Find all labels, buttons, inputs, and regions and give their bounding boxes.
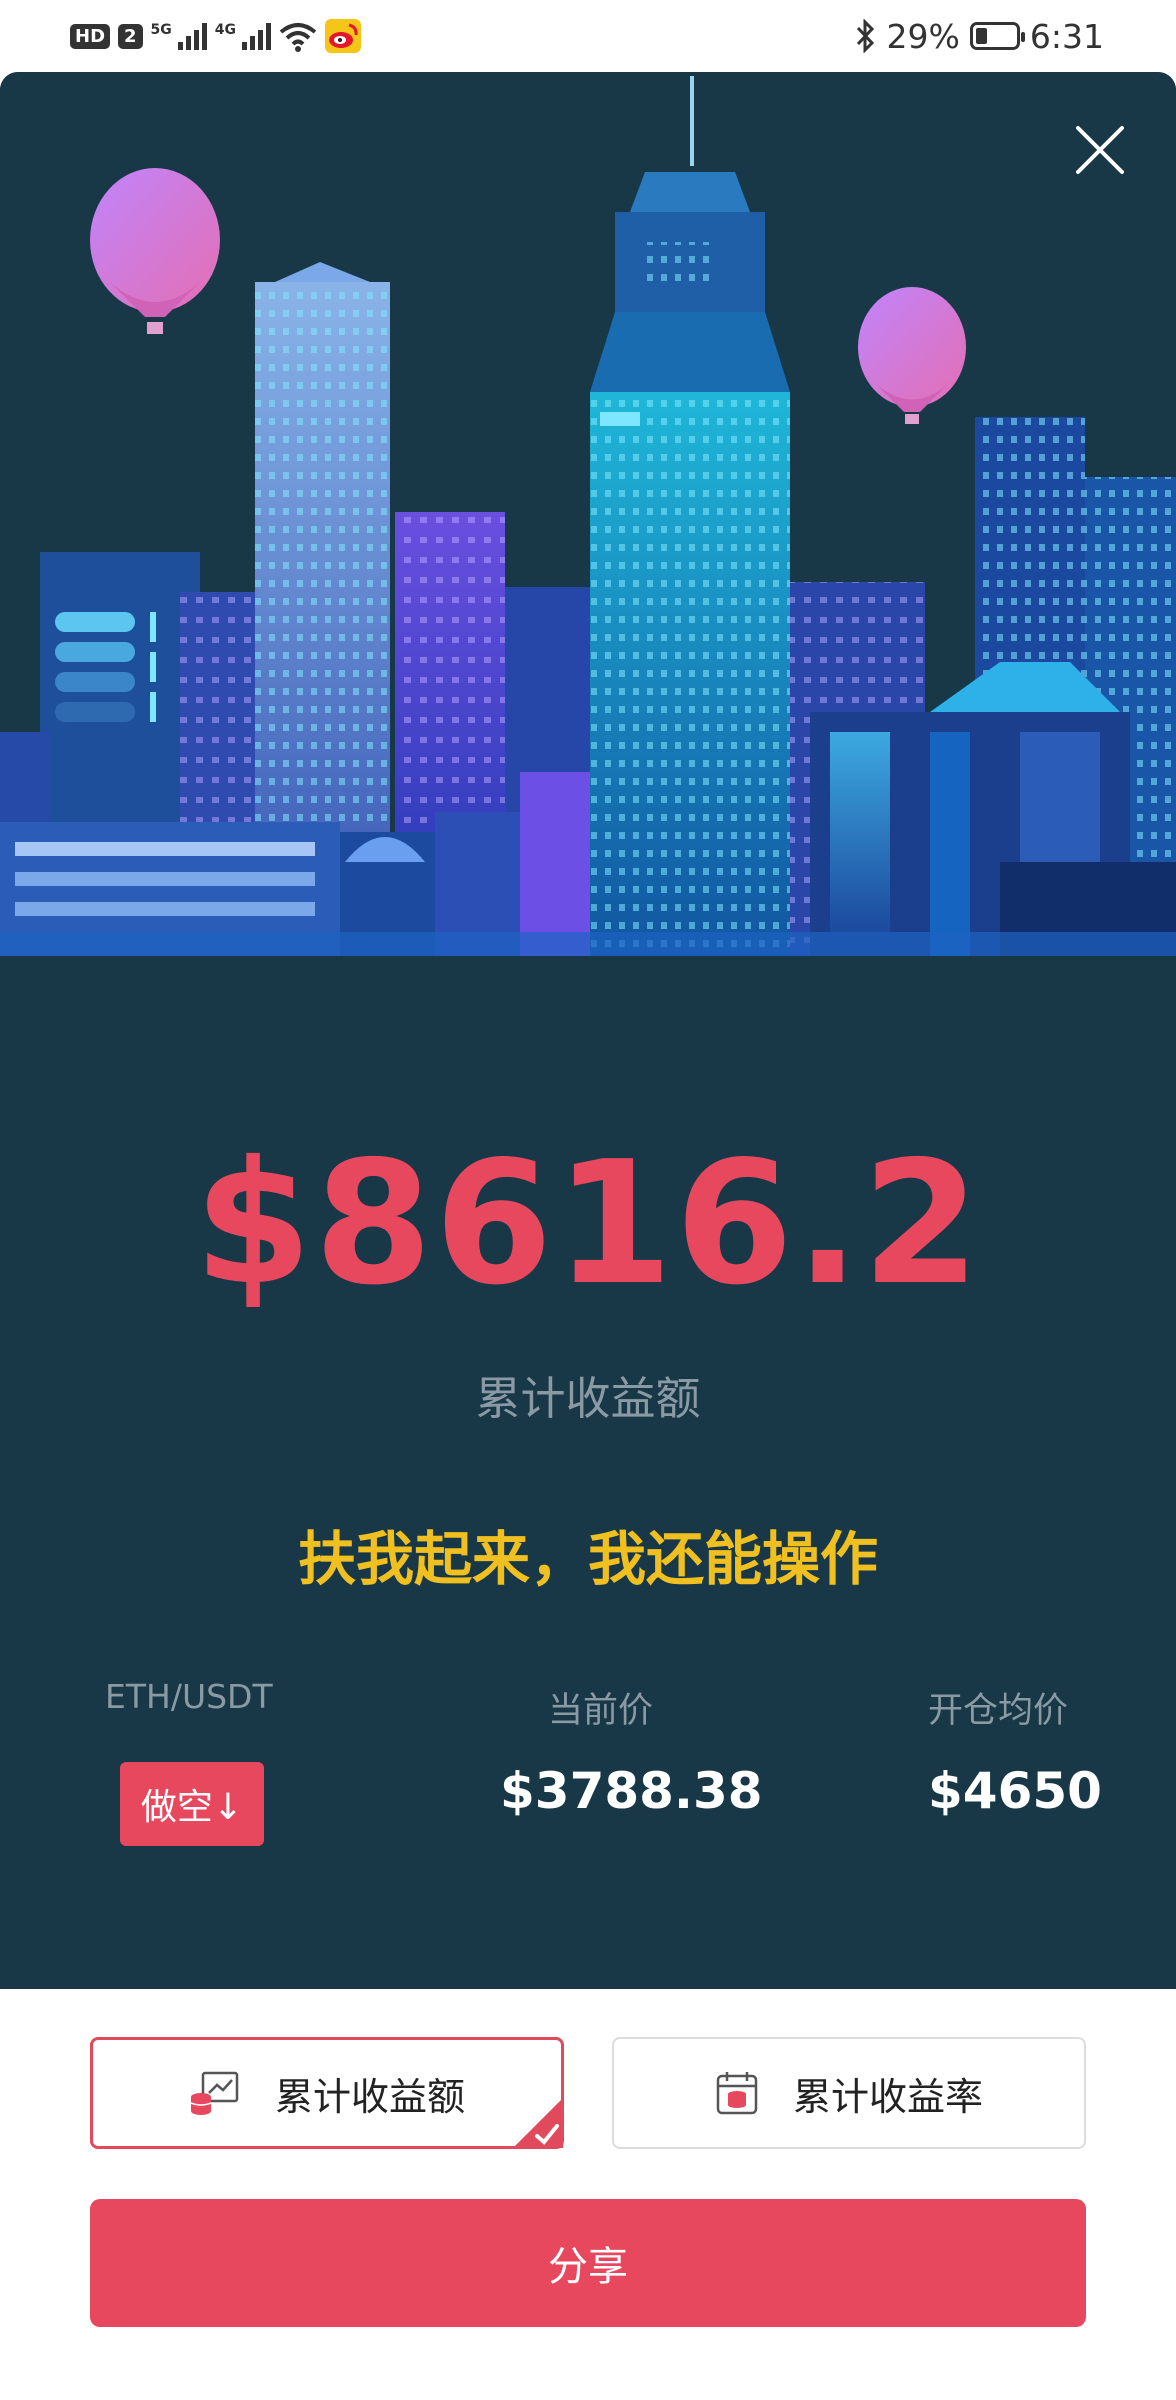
- income-chart-icon: [190, 2071, 239, 2115]
- signal-4g-icon: 4G: [214, 22, 272, 50]
- calendar-icon: [716, 2072, 758, 2115]
- clock: 6:31: [1029, 16, 1104, 56]
- hd-badge: HD: [70, 23, 111, 49]
- sim-badge: 2: [118, 23, 143, 49]
- status-bar: HD 2 5G 4G 29% 6:31: [0, 0, 1176, 72]
- close-icon[interactable]: [1072, 122, 1128, 178]
- trading-pair: ETH/USDT: [105, 1677, 273, 1716]
- bluetooth-icon: [856, 19, 874, 53]
- battery-percent: 29%: [886, 16, 960, 56]
- share-card: $8616.2 累计收益额 扶我起来，我还能操作 ETH/USDT 当前价 开仓…: [0, 72, 1176, 1989]
- battery-icon: [969, 22, 1025, 50]
- option-label: 累计收益额: [274, 2074, 465, 2119]
- option-cumulative-income[interactable]: 累计收益额: [90, 2037, 564, 2149]
- profit-amount-label: 累计收益额: [475, 1372, 701, 1425]
- avg-price-label: 开仓均价: [928, 1691, 1069, 1731]
- slogan-text: 扶我起来，我还能操作: [297, 1525, 878, 1593]
- signal-5g-icon: 5G: [151, 22, 207, 50]
- city-skyline-illustration: [0, 72, 1176, 956]
- share-button[interactable]: 分享: [90, 2199, 1086, 2327]
- profit-amount: $8616.2: [193, 1125, 983, 1323]
- signal-4g-label: 4G: [214, 22, 237, 38]
- status-icons-left: HD 2 5G 4G: [70, 14, 362, 58]
- avg-price-value: $4650: [928, 1762, 1102, 1820]
- check-corner-icon: [513, 2098, 563, 2148]
- wifi-icon: [279, 23, 317, 52]
- direction-badge: 做空↓: [120, 1762, 264, 1846]
- current-price-value: $3788.38: [500, 1762, 763, 1820]
- signal-5g-label: 5G: [150, 22, 172, 38]
- status-icons-right: 29% 6:31: [855, 14, 1104, 58]
- option-label: 累计收益率: [792, 2074, 983, 2119]
- current-price-label: 当前价: [548, 1691, 654, 1731]
- option-cumulative-rate[interactable]: 累计收益率: [612, 2037, 1086, 2149]
- weibo-icon: [325, 19, 362, 53]
